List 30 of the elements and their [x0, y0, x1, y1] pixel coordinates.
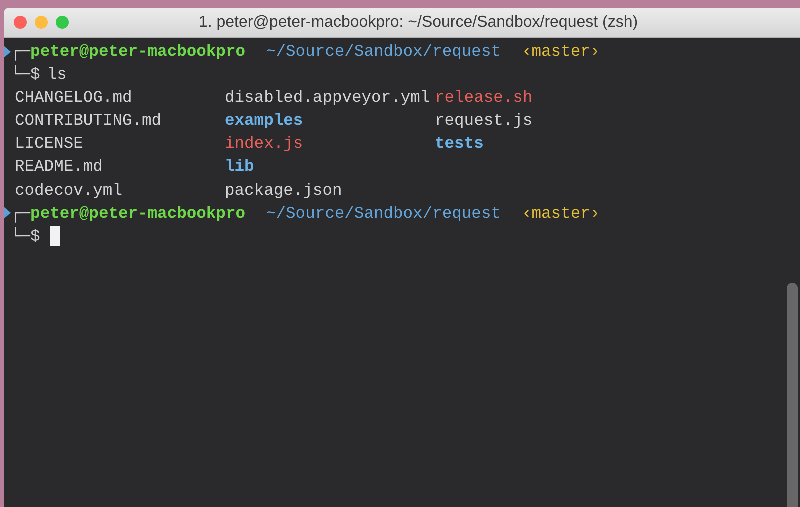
file-name: README.md [15, 157, 103, 176]
file-name: LICENSE [15, 134, 84, 154]
prompt-symbol: └─$ [11, 64, 40, 86]
git-branch: ‹master› [522, 41, 600, 63]
zoom-button[interactable] [56, 16, 69, 29]
window-title: 1. peter@peter-macbookpro: ~/Source/Sandbox/request (zsh) [198, 12, 640, 32]
current-path: ~/Source/Sandbox/request [266, 41, 501, 63]
directory-name: tests [435, 134, 484, 154]
file-name: request.js [435, 111, 533, 130]
directory-name: examples [225, 111, 304, 130]
file-name: disabled.appveyor.yml [225, 88, 430, 108]
command-text: ls [47, 64, 67, 86]
minimize-button[interactable] [35, 16, 48, 29]
file-name: CONTRIBUTING.md [15, 111, 162, 130]
executable-name: release.sh [435, 88, 533, 108]
prompt-corner: ┌─ [11, 41, 31, 63]
file-name: CHANGELOG.md [15, 88, 132, 108]
close-button[interactable] [14, 16, 27, 29]
directory-name: lib [225, 157, 254, 176]
mark-triangle-icon [4, 46, 11, 58]
executable-name: index.js [225, 134, 304, 154]
prompt-corner: ┌─ [11, 202, 31, 225]
user-host: peter@peter-macbookpro [30, 41, 246, 63]
file-name: package.json [225, 180, 342, 200]
user-host: peter@peter-macbookpro [30, 202, 246, 225]
file-name: codecov.yml [15, 180, 122, 200]
mark-triangle-icon [4, 207, 11, 220]
git-branch: ‹master› [522, 202, 600, 225]
current-path: ~/Source/Sandbox/request [266, 202, 501, 225]
prompt-symbol: └─$ [11, 226, 40, 248]
